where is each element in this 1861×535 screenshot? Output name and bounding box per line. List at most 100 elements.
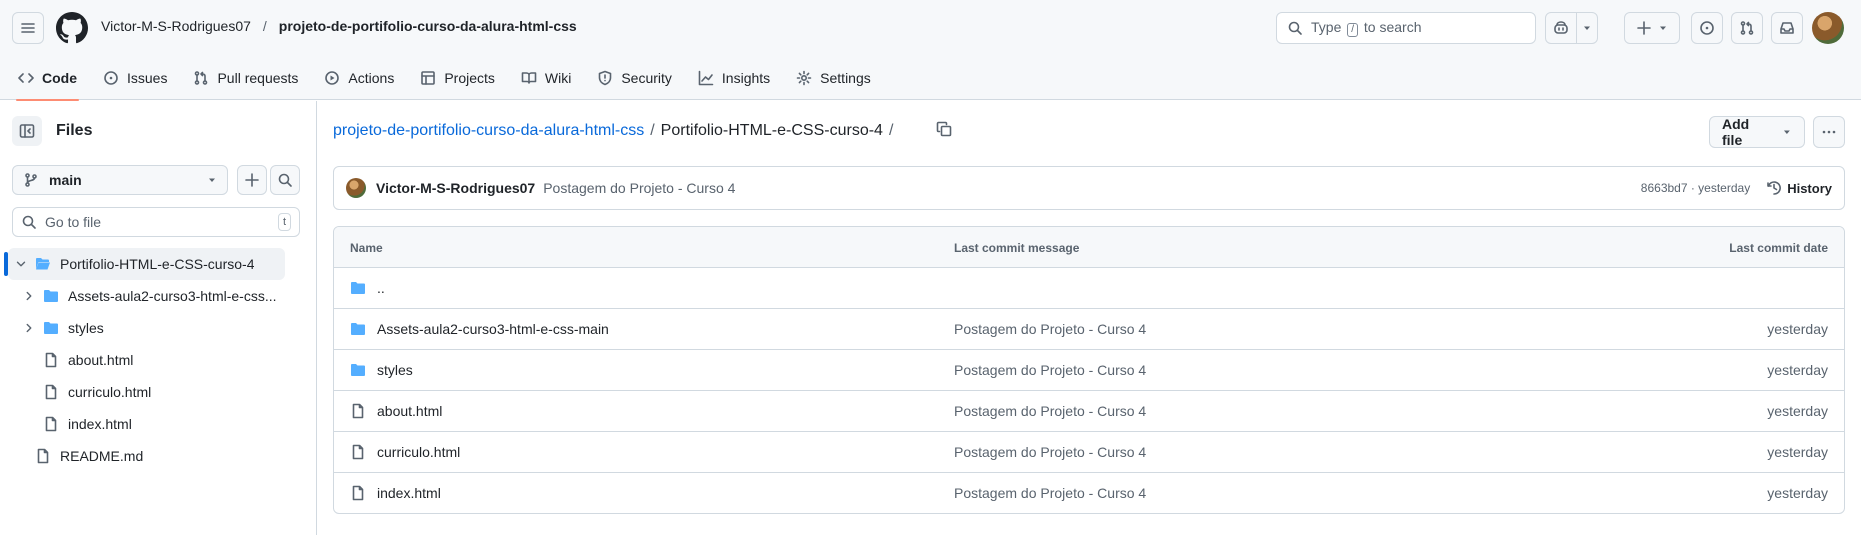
table-row[interactable]: styles Postagem do Projeto - Curso 4 yes…	[334, 350, 1844, 391]
tab-insights[interactable]: Insights	[688, 56, 780, 100]
copy-path-button[interactable]	[933, 118, 955, 140]
tab-label: Pull requests	[217, 70, 299, 86]
book-icon	[521, 72, 537, 84]
file-name[interactable]: curriculo.html	[377, 444, 460, 460]
file-name[interactable]: Assets-aula2-curso3-html-e-css-main	[377, 321, 609, 337]
file-icon	[45, 416, 57, 432]
repo-link[interactable]: projeto-de-portifolio-curso-da-alura-htm…	[279, 18, 577, 34]
commit-date-cell: yesterday	[1767, 321, 1828, 337]
add-file-sidebar-button[interactable]	[237, 165, 267, 195]
file-name[interactable]: about.html	[377, 403, 442, 419]
github-mark-icon	[56, 12, 88, 44]
tab-security[interactable]: Security	[587, 56, 682, 100]
tree-item-assets-folder[interactable]: Assets-aula2-curso3-html-e-css...	[0, 280, 317, 312]
tree-item-label: index.html	[68, 416, 132, 432]
go-to-file-shortcut: t	[277, 213, 291, 231]
triangle-down-icon	[209, 178, 215, 182]
tree-item-about-file[interactable]: about.html	[0, 344, 317, 376]
commit-date-cell: yesterday	[1767, 403, 1828, 419]
tree-item-styles-folder[interactable]: styles	[0, 312, 317, 344]
issues-button[interactable]	[1691, 12, 1723, 44]
col-name-header: Name	[350, 241, 383, 255]
file-tree: Portifolio-HTML-e-CSS-curso-4 Assets-aul…	[0, 248, 317, 472]
tab-code[interactable]: Code	[8, 56, 87, 101]
chevron-right-icon	[26, 291, 32, 301]
commit-message-cell[interactable]: Postagem do Projeto - Curso 4	[954, 444, 1146, 460]
col-message-header: Last commit message	[954, 241, 1080, 255]
tree-item-index-file[interactable]: index.html	[0, 408, 317, 440]
tab-projects[interactable]: Projects	[410, 56, 505, 100]
inbox-icon	[1780, 22, 1794, 34]
file-name[interactable]: index.html	[377, 485, 441, 501]
tab-settings[interactable]: Settings	[786, 56, 881, 100]
user-avatar[interactable]	[1812, 12, 1844, 44]
search-files-button[interactable]	[270, 165, 300, 195]
inbox-button[interactable]	[1771, 12, 1803, 44]
branch-selector[interactable]: main	[12, 165, 228, 195]
file-icon	[45, 352, 57, 368]
pull-request-icon	[195, 71, 208, 85]
tab-label: Wiki	[544, 70, 572, 86]
commit-message-cell[interactable]: Postagem do Projeto - Curso 4	[954, 485, 1146, 501]
tree-item-label: README.md	[60, 448, 144, 464]
commit-sha-time[interactable]: 8663bd7 · yesterday	[1641, 181, 1750, 195]
table-row[interactable]: about.html Postagem do Projeto - Curso 4…	[334, 391, 1844, 432]
pull-requests-button[interactable]	[1731, 12, 1763, 44]
tab-wiki[interactable]: Wiki	[511, 56, 581, 100]
tree-item-label: Portifolio-HTML-e-CSS-curso-4	[60, 256, 255, 272]
tab-label: Security	[621, 70, 672, 86]
table-row[interactable]: Assets-aula2-curso3-html-e-css-main Post…	[334, 309, 1844, 350]
file-name[interactable]: styles	[377, 362, 413, 378]
commit-meta: 8663bd7 · yesterday History	[1641, 180, 1832, 196]
create-new-button[interactable]	[1624, 12, 1680, 44]
tab-pull-requests[interactable]: Pull requests	[183, 56, 308, 100]
file-table: Name Last commit message Last commit dat…	[333, 226, 1845, 514]
more-options-button[interactable]	[1813, 116, 1845, 148]
tree-item-label: styles	[68, 320, 104, 336]
commit-message-cell[interactable]: Postagem do Projeto - Curso 4	[954, 321, 1146, 337]
commit-message-cell[interactable]: Postagem do Projeto - Curso 4	[954, 403, 1146, 419]
file-name[interactable]: ..	[377, 280, 385, 296]
commit-author[interactable]: Victor-M-S-Rodrigues07	[376, 180, 535, 196]
table-row[interactable]: index.html Postagem do Projeto - Curso 4…	[334, 473, 1844, 513]
file-tree-sidebar: Files main Go to file t Portifolio-HTML-…	[0, 101, 317, 535]
table-row[interactable]: curriculo.html Postagem do Projeto - Cur…	[334, 432, 1844, 473]
commit-message[interactable]: Postagem do Projeto - Curso 4	[543, 180, 735, 196]
history-button[interactable]: History	[1766, 180, 1832, 196]
col-date-header: Last commit date	[1729, 241, 1828, 255]
copilot-dropdown-button[interactable]	[1576, 12, 1598, 44]
tab-label: Code	[42, 70, 77, 86]
tree-item-portifolio-folder[interactable]: Portifolio-HTML-e-CSS-curso-4	[4, 248, 285, 280]
github-logo[interactable]	[56, 12, 88, 44]
files-header: Files	[12, 116, 92, 146]
copilot-button[interactable]	[1545, 12, 1577, 44]
breadcrumb-repo-link[interactable]: projeto-de-portifolio-curso-da-alura-htm…	[333, 122, 644, 140]
table-row-parent-dir[interactable]: ..	[334, 268, 1844, 309]
triangle-down-icon	[1784, 130, 1791, 134]
commit-author-avatar[interactable]	[346, 178, 366, 198]
tab-actions[interactable]: Actions	[314, 56, 404, 100]
tree-item-readme-file[interactable]: README.md	[0, 440, 317, 472]
add-file-button[interactable]: Add file	[1709, 116, 1805, 148]
branch-name: main	[49, 172, 82, 188]
go-to-file-input[interactable]: Go to file t	[12, 207, 300, 237]
folder-icon	[351, 364, 365, 376]
folder-icon	[351, 323, 365, 335]
git-branch-icon	[25, 173, 37, 187]
repo-context: Victor-M-S-Rodrigues07 / projeto-de-port…	[101, 18, 577, 34]
owner-link[interactable]: Victor-M-S-Rodrigues07	[101, 18, 251, 34]
file-icon	[352, 403, 364, 419]
tab-issues[interactable]: Issues	[93, 56, 177, 100]
folder-open-icon	[36, 258, 50, 270]
chevron-right-icon	[26, 323, 32, 333]
breadcrumb-separator: /	[888, 122, 894, 139]
commit-message-cell[interactable]: Postagem do Projeto - Curso 4	[954, 362, 1146, 378]
collapse-sidebar-button[interactable]	[12, 116, 42, 146]
tree-item-curriculo-file[interactable]: curriculo.html	[0, 376, 317, 408]
triangle-down-icon	[1584, 26, 1590, 30]
context-separator: /	[262, 18, 267, 34]
search-input[interactable]: Type / to search	[1276, 12, 1536, 44]
plus-icon	[1637, 21, 1651, 35]
menu-button[interactable]	[12, 12, 44, 44]
latest-commit-bar: Victor-M-S-Rodrigues07 Postagem do Proje…	[333, 166, 1845, 210]
